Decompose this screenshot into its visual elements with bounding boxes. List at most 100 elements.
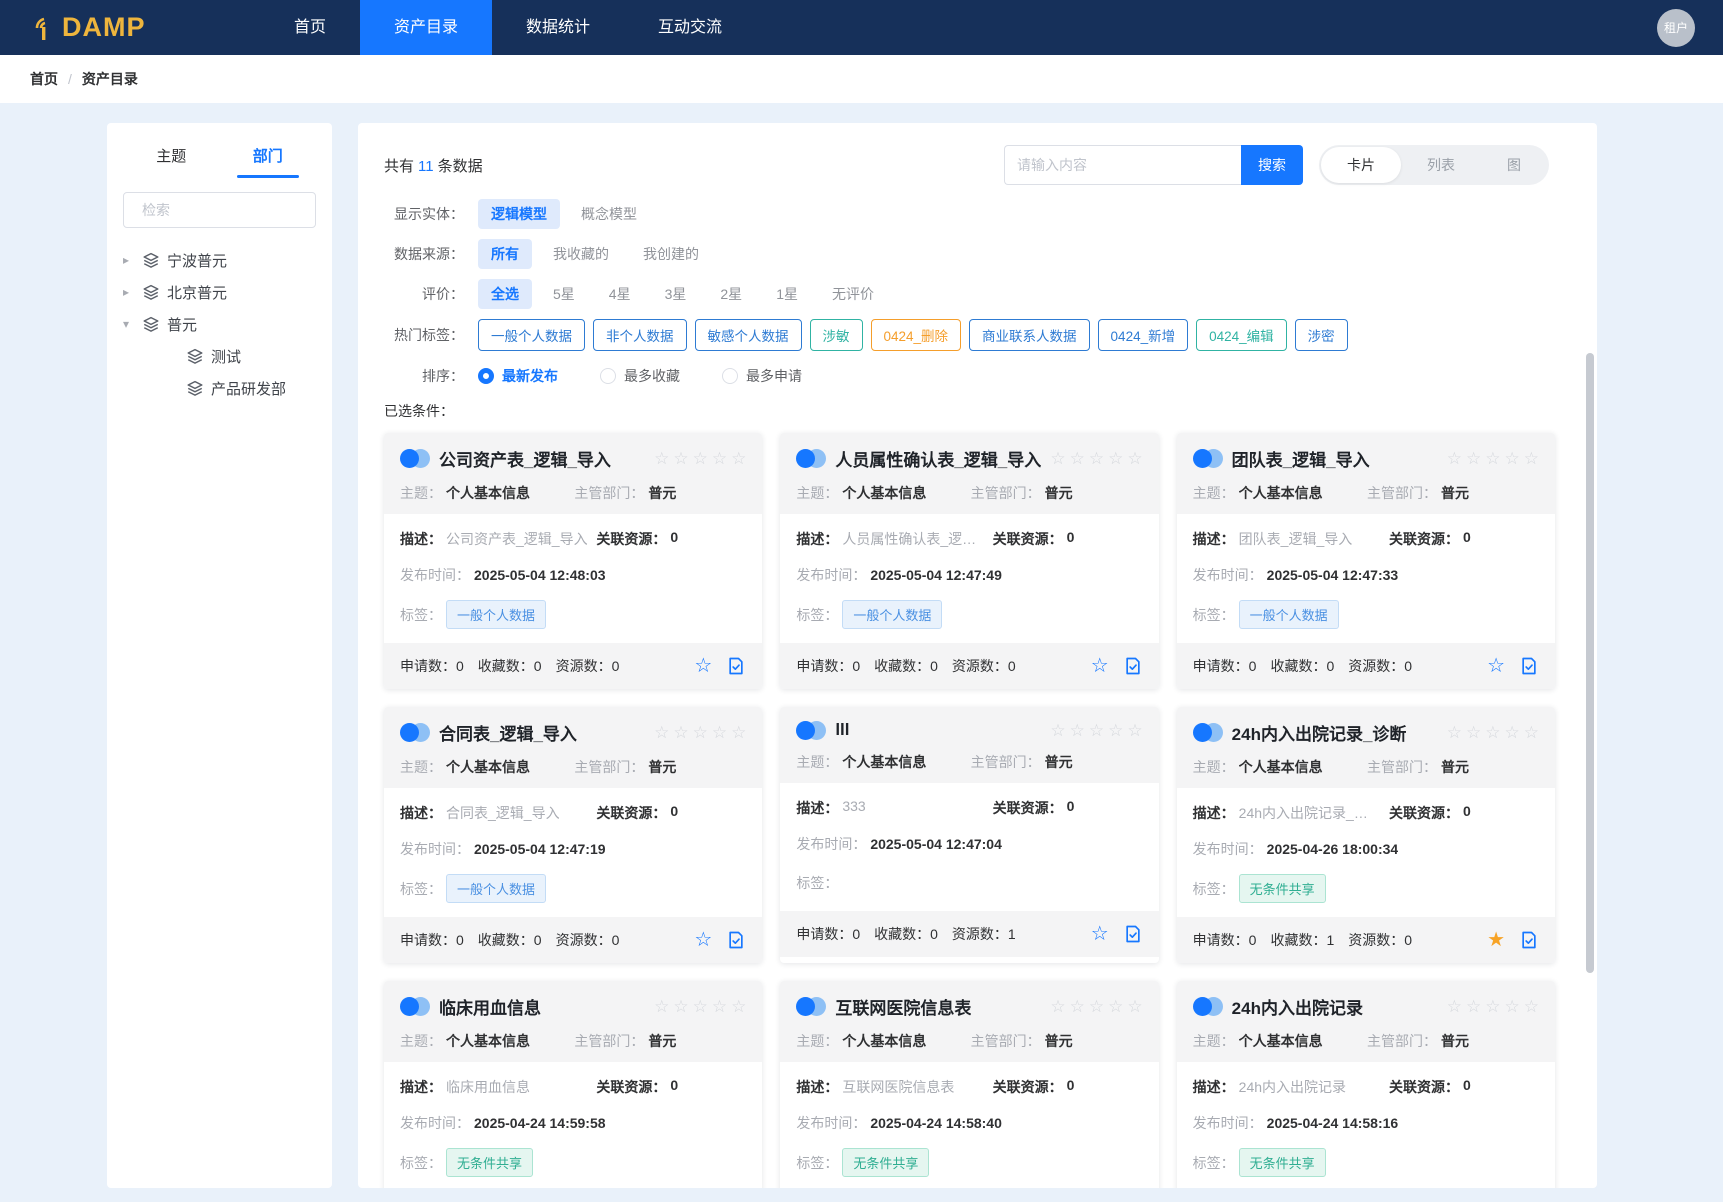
rating-star-icon[interactable]: ☆	[693, 998, 708, 1015]
sidebar-search[interactable]	[123, 192, 325, 228]
view-mode-option[interactable]: 图	[1481, 147, 1547, 183]
rating-star-icon[interactable]: ☆	[1127, 450, 1142, 467]
rating-stars[interactable]: ☆ ☆ ☆ ☆ ☆	[1447, 998, 1539, 1015]
sidebar-tab[interactable]: 部门	[220, 145, 317, 178]
document-check-icon[interactable]	[1519, 656, 1539, 676]
hot-tag[interactable]: 0424_编辑	[1196, 319, 1287, 351]
nav-item[interactable]: 互动交流	[624, 0, 756, 55]
tenant-avatar[interactable]: 租户	[1657, 8, 1695, 47]
rating-star-icon[interactable]: ☆	[1505, 724, 1520, 741]
rating-star-icon[interactable]: ☆	[731, 998, 746, 1015]
filter-option[interactable]: 逻辑模型	[478, 199, 560, 229]
asset-tag[interactable]: 无条件共享	[842, 1148, 930, 1177]
rating-star-icon[interactable]: ☆	[1485, 450, 1500, 467]
favorite-star-icon[interactable]	[694, 930, 712, 950]
rating-star-icon[interactable]: ☆	[1070, 450, 1085, 467]
tree-node[interactable]: 北京普元	[123, 276, 316, 308]
rating-star-icon[interactable]: ☆	[673, 450, 688, 467]
rating-star-icon[interactable]: ☆	[1089, 998, 1104, 1015]
rating-star-icon[interactable]: ☆	[712, 724, 727, 741]
asset-card[interactable]: 人员属性确认表_逻辑_导入 ☆ ☆ ☆ ☆ ☆ 主题： 个人基本信息 主管部门：…	[780, 433, 1159, 689]
tree-node[interactable]: 宁波普元	[123, 244, 316, 276]
rating-star-icon[interactable]: ☆	[1127, 998, 1142, 1015]
rating-star-icon[interactable]: ☆	[1466, 450, 1481, 467]
caret-icon[interactable]	[123, 285, 135, 299]
rating-star-icon[interactable]: ☆	[654, 450, 669, 467]
rating-star-icon[interactable]: ☆	[673, 724, 688, 741]
favorite-star-icon[interactable]	[1091, 656, 1109, 676]
rating-star-icon[interactable]: ☆	[1050, 722, 1065, 739]
rating-star-icon[interactable]: ☆	[1089, 450, 1104, 467]
rating-star-icon[interactable]: ☆	[1466, 724, 1481, 741]
tree-node[interactable]: 普元	[123, 308, 316, 340]
asset-card[interactable]: 合同表_逻辑_导入 ☆ ☆ ☆ ☆ ☆ 主题： 个人基本信息 主管部门：普元 描…	[384, 707, 763, 963]
caret-icon[interactable]	[123, 253, 135, 267]
rating-star-icon[interactable]: ☆	[1108, 998, 1123, 1015]
hot-tag[interactable]: 涉密	[1294, 319, 1348, 351]
filter-option[interactable]: 1星	[763, 279, 811, 309]
document-check-icon[interactable]	[1519, 930, 1539, 950]
filter-option[interactable]: 全选	[478, 279, 532, 309]
filter-option[interactable]: 无评价	[819, 279, 887, 309]
rating-star-icon[interactable]: ☆	[1108, 450, 1123, 467]
rating-stars[interactable]: ☆ ☆ ☆ ☆ ☆	[1447, 724, 1539, 741]
rating-star-icon[interactable]: ☆	[1485, 998, 1500, 1015]
rating-star-icon[interactable]: ☆	[712, 998, 727, 1015]
rating-star-icon[interactable]: ☆	[1050, 998, 1065, 1015]
document-check-icon[interactable]	[1123, 924, 1143, 944]
rating-star-icon[interactable]: ☆	[673, 998, 688, 1015]
rating-star-icon[interactable]: ☆	[1524, 724, 1539, 741]
rating-star-icon[interactable]: ☆	[1108, 722, 1123, 739]
rating-star-icon[interactable]: ☆	[1505, 450, 1520, 467]
hot-tag[interactable]: 涉敏	[809, 319, 863, 351]
rating-stars[interactable]: ☆ ☆ ☆ ☆ ☆	[1050, 450, 1142, 467]
hot-tag[interactable]: 商业联系人数据	[969, 319, 1090, 351]
tree-node[interactable]: 产品研发部	[123, 372, 316, 404]
rating-star-icon[interactable]: ☆	[654, 724, 669, 741]
asset-tag[interactable]: 无条件共享	[1238, 874, 1326, 903]
asset-tag[interactable]: 无条件共享	[446, 1148, 534, 1177]
favorite-star-icon[interactable]	[1487, 656, 1505, 676]
filter-option[interactable]: 2星	[707, 279, 755, 309]
breadcrumb-home[interactable]: 首页	[30, 69, 58, 89]
filter-option[interactable]: 我收藏的	[540, 239, 622, 269]
caret-icon[interactable]	[123, 317, 135, 331]
rating-stars[interactable]: ☆ ☆ ☆ ☆ ☆	[654, 998, 746, 1015]
favorite-star-icon[interactable]	[1091, 924, 1109, 944]
sort-radio-option[interactable]: 最多申请	[722, 366, 802, 386]
favorite-star-icon[interactable]	[1487, 930, 1505, 950]
rating-stars[interactable]: ☆ ☆ ☆ ☆ ☆	[1050, 722, 1142, 739]
document-check-icon[interactable]	[1123, 656, 1143, 676]
rating-stars[interactable]: ☆ ☆ ☆ ☆ ☆	[1050, 998, 1142, 1015]
rating-star-icon[interactable]: ☆	[1485, 724, 1500, 741]
filter-option[interactable]: 4星	[596, 279, 644, 309]
filter-option[interactable]: 所有	[478, 239, 532, 269]
rating-star-icon[interactable]: ☆	[712, 450, 727, 467]
hot-tag[interactable]: 敏感个人数据	[694, 319, 802, 351]
sort-radio-option[interactable]: 最新发布	[478, 366, 558, 386]
nav-item[interactable]: 首页	[260, 0, 360, 55]
filter-option[interactable]: 3星	[652, 279, 700, 309]
asset-tag[interactable]: 一般个人数据	[842, 600, 943, 629]
favorite-star-icon[interactable]	[694, 656, 712, 676]
asset-tag[interactable]: 一般个人数据	[446, 600, 547, 629]
rating-star-icon[interactable]: ☆	[1447, 450, 1462, 467]
rating-star-icon[interactable]: ☆	[693, 450, 708, 467]
filter-option[interactable]: 5星	[540, 279, 588, 309]
hot-tag[interactable]: 0424_删除	[870, 319, 962, 351]
rating-star-icon[interactable]: ☆	[1447, 998, 1462, 1015]
filter-option[interactable]: 概念模型	[568, 199, 650, 229]
asset-tag[interactable]: 一般个人数据	[1238, 600, 1339, 629]
document-check-icon[interactable]	[726, 656, 746, 676]
rating-star-icon[interactable]: ☆	[1524, 450, 1539, 467]
asset-card[interactable]: 团队表_逻辑_导入 ☆ ☆ ☆ ☆ ☆ 主题： 个人基本信息 主管部门：普元 描…	[1176, 433, 1555, 689]
view-mode-option[interactable]: 卡片	[1321, 147, 1401, 183]
asset-card[interactable]: 24h内入出院记录 ☆ ☆ ☆ ☆ ☆ 主题： 个人基本信息 主管部门：普元 描…	[1176, 981, 1555, 1188]
keyword-search-input[interactable]	[1004, 145, 1241, 185]
vertical-scrollbar[interactable]	[1586, 353, 1594, 973]
nav-item[interactable]: 数据统计	[492, 0, 624, 55]
rating-star-icon[interactable]: ☆	[1505, 998, 1520, 1015]
asset-card[interactable]: 互联网医院信息表 ☆ ☆ ☆ ☆ ☆ 主题： 个人基本信息 主管部门： 普元 描…	[780, 981, 1159, 1188]
rating-stars[interactable]: ☆ ☆ ☆ ☆ ☆	[1447, 450, 1539, 467]
document-check-icon[interactable]	[726, 930, 746, 950]
